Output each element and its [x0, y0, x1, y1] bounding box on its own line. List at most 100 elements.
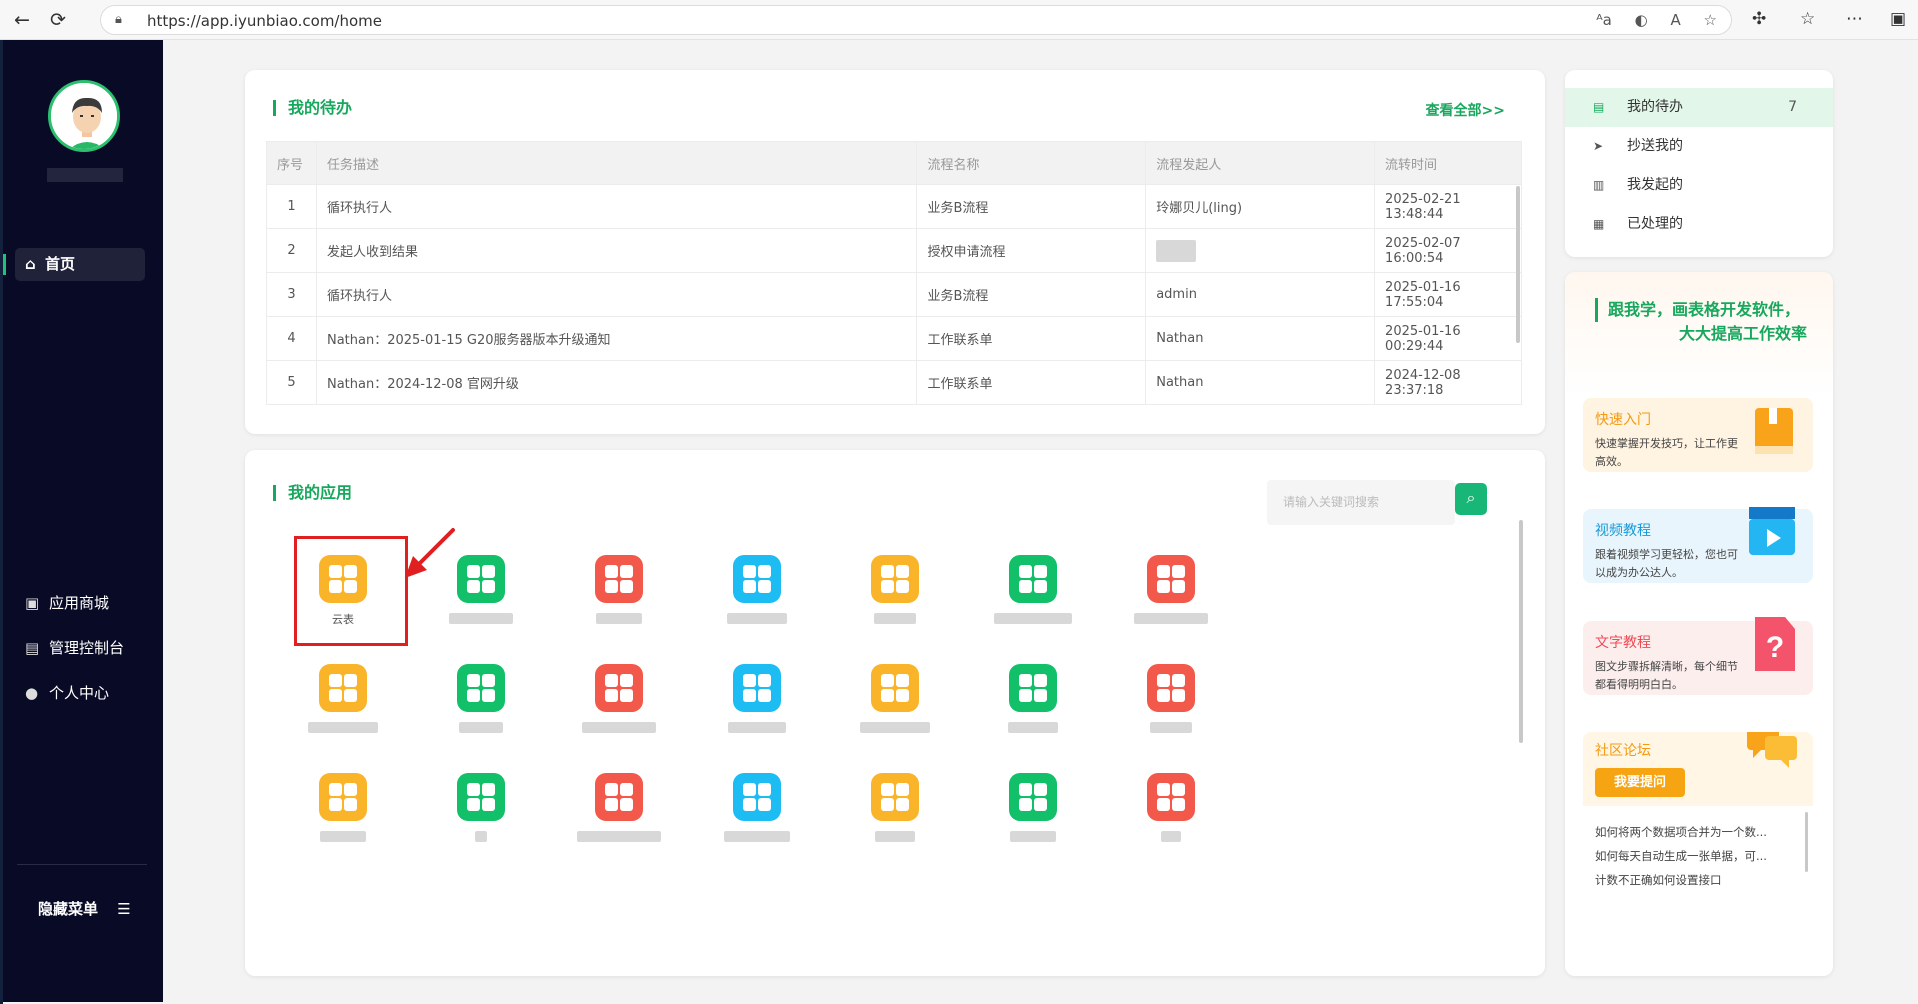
app-grid-icon	[1147, 555, 1195, 603]
app-label-blurred	[559, 829, 679, 843]
sidebar-item-home[interactable]: ⌂ 首页	[3, 248, 145, 281]
reader-icon[interactable]: A	[1671, 11, 1681, 29]
task-description[interactable]: 发起人收到结果	[315, 228, 918, 273]
column-header[interactable]: 任务描述	[315, 141, 918, 185]
app-tile[interactable]	[283, 664, 403, 734]
forum-post-link[interactable]: 计数不正确如何设置接口	[1595, 868, 1801, 892]
app-grid-icon	[457, 773, 505, 821]
app-tile[interactable]	[697, 664, 817, 734]
app-tile[interactable]	[283, 773, 403, 843]
table-row[interactable]: 1 循环执行人 业务B流程 玲娜贝儿(ling) 2025-02-21 13:4…	[266, 184, 1522, 229]
app-tile[interactable]	[1111, 664, 1231, 734]
extensions-icon[interactable]: ✣	[1752, 9, 1766, 29]
app-tile[interactable]	[835, 555, 955, 625]
table-row[interactable]: 3 循环执行人 业务B流程 admin 2025-01-16 17:55:04	[266, 272, 1522, 317]
video-tutorial-box[interactable]: 视频教程 跟着视频学习更轻松，您也可以成为办公达人。	[1583, 507, 1813, 583]
quick-menu-item-processed[interactable]: ▦ 已处理的	[1565, 205, 1833, 244]
app-tile[interactable]	[697, 773, 817, 843]
sidebar-item-app-store[interactable]: ▣ 应用商城	[25, 592, 109, 613]
app-label-blurred	[697, 611, 817, 625]
app-tile[interactable]	[421, 664, 541, 734]
task-description[interactable]: Nathan：2025-01-15 G20服务器版本升级通知	[315, 316, 918, 361]
back-icon[interactable]: ←	[10, 8, 34, 32]
sidebar-item-admin-console[interactable]: ▤ 管理控制台	[25, 637, 124, 658]
edge-icon[interactable]: ◐	[1635, 11, 1648, 29]
forum-scrollbar[interactable]	[1805, 812, 1808, 872]
favorites-icon[interactable]: ☆	[1800, 9, 1815, 29]
apps-scrollbar[interactable]	[1519, 520, 1523, 743]
console-icon: ▤	[25, 639, 40, 657]
column-header[interactable]: 流程发起人	[1145, 141, 1376, 185]
clapperboard-icon	[1749, 507, 1795, 555]
shop-bag-icon: ▣	[25, 594, 40, 612]
sidebar-toggle-icon[interactable]: ▣	[1890, 9, 1906, 29]
app-label-blurred	[559, 720, 679, 734]
see-all-link[interactable]: 查看全部>>	[1426, 100, 1505, 120]
column-header[interactable]: 流程名称	[916, 141, 1147, 185]
forum-post-link[interactable]: 如何将两个数据项合并为一个数...	[1595, 820, 1801, 844]
task-description[interactable]: 循环执行人	[315, 184, 918, 229]
app-grid-icon	[319, 773, 367, 821]
column-header[interactable]: 流转时间	[1374, 141, 1522, 185]
read-aloud-icon[interactable]: ᴬa	[1596, 11, 1612, 29]
sidebar-item-personal-center[interactable]: ● 个人中心	[25, 682, 109, 703]
table-row[interactable]: 4 Nathan：2025-01-15 G20服务器版本升级通知 工作联系单 N…	[266, 316, 1522, 361]
quick-menu-item-my-todo[interactable]: ▤ 我的待办 7	[1565, 88, 1833, 127]
address-bar[interactable]: 🔒︎ https://app.iyunbiao.com/home ᴬa ◐ A …	[100, 5, 1732, 35]
task-description[interactable]: Nathan：2024-12-08 官网升级	[315, 360, 918, 405]
app-grid-icon	[1147, 664, 1195, 712]
app-grid-icon	[1009, 664, 1057, 712]
app-tile[interactable]	[421, 773, 541, 843]
reload-icon[interactable]: ⟳	[46, 8, 70, 32]
app-tile[interactable]	[559, 664, 679, 734]
avatar[interactable]	[48, 80, 120, 152]
quick-menu-item-initiated[interactable]: ▥ 我发起的	[1565, 166, 1833, 205]
task-description[interactable]: 循环执行人	[315, 272, 918, 317]
table-row[interactable]: 5 Nathan：2024-12-08 官网升级 工作联系单 Nathan 20…	[266, 360, 1522, 405]
initiated-doc-icon: ▥	[1593, 178, 1605, 192]
sidebar-item-label: 首页	[44, 255, 75, 273]
url-text[interactable]: https://app.iyunbiao.com/home	[147, 12, 382, 30]
more-icon[interactable]: ⋯	[1846, 9, 1863, 29]
hide-menu-label: 隐藏菜单	[38, 900, 99, 918]
forum-post-link[interactable]: 如何每天自动生成一张单据，可...	[1595, 844, 1801, 868]
annotation-arrow-icon	[405, 528, 455, 578]
search-button[interactable]: ⌕	[1455, 483, 1487, 515]
active-indicator	[3, 254, 6, 275]
collapse-menu-icon: ☰	[117, 900, 131, 918]
table-scrollbar[interactable]	[1516, 186, 1520, 343]
lock-icon: 🔒︎	[115, 12, 122, 27]
quick-menu-card: ▤ 我的待办 7 ➤ 抄送我的 ▥ 我发起的 ▦ 已处理的	[1565, 70, 1833, 257]
table-row[interactable]: 2 发起人收到结果 授权申请流程 2025-02-07 16:00:54	[266, 228, 1522, 273]
app-grid-icon	[457, 664, 505, 712]
app-tile[interactable]	[1111, 555, 1231, 625]
hide-menu-button[interactable]: 隐藏菜单 ☰	[38, 898, 131, 919]
app-tile[interactable]	[559, 773, 679, 843]
sidebar-item-label: 应用商城	[49, 594, 110, 612]
column-header[interactable]: 序号	[266, 141, 317, 185]
quick-start-box[interactable]: 快速入门 快速掌握开发技巧，让工作更高效。	[1583, 398, 1813, 472]
app-label-blurred	[973, 829, 1093, 843]
app-search-input[interactable]: 请输入关键词搜索	[1267, 480, 1455, 525]
flow-name: 业务B流程	[916, 184, 1147, 229]
app-grid-icon	[595, 555, 643, 603]
app-tile[interactable]	[559, 555, 679, 625]
app-tile[interactable]	[835, 664, 955, 734]
home-icon: ⌂	[25, 255, 36, 273]
ask-question-button[interactable]: 我要提问	[1595, 768, 1685, 797]
transfer-time: 2025-02-07 16:00:54	[1374, 228, 1522, 273]
app-tile[interactable]	[697, 555, 817, 625]
app-label-blurred	[283, 720, 403, 734]
username-blurred	[47, 168, 123, 182]
text-tutorial-box[interactable]: 文字教程 图文步骤拆解清晰，每个细节都看得明明白白。 ?	[1583, 617, 1813, 695]
sidebar-item-label: 个人中心	[49, 684, 110, 702]
row-number: 4	[266, 316, 317, 361]
app-tile[interactable]	[973, 664, 1093, 734]
quick-menu-item-cc-me[interactable]: ➤ 抄送我的	[1565, 127, 1833, 166]
app-tile[interactable]	[973, 555, 1093, 625]
app-tile[interactable]	[973, 773, 1093, 843]
forum-title[interactable]: 社区论坛	[1595, 740, 1651, 760]
app-tile[interactable]	[1111, 773, 1231, 843]
app-tile[interactable]	[835, 773, 955, 843]
favorite-star-icon[interactable]: ☆	[1704, 11, 1717, 29]
